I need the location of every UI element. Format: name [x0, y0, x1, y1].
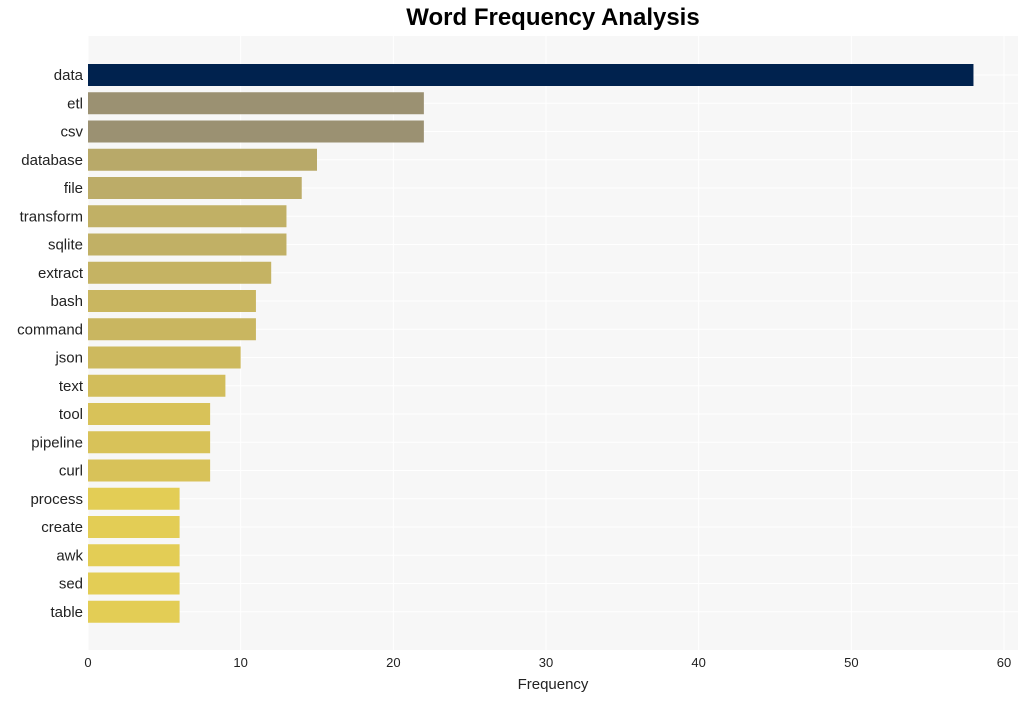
bar-create: [88, 516, 180, 538]
bar-awk: [88, 544, 180, 567]
bar-sqlite: [88, 233, 287, 256]
x-axis-label: Frequency: [518, 676, 589, 693]
y-tick-label: json: [54, 350, 83, 367]
bar-pipeline: [88, 431, 211, 454]
bar-command: [88, 318, 256, 341]
bar-file: [88, 177, 302, 199]
x-tick-label: 50: [844, 655, 858, 670]
y-tick-label: awk: [56, 547, 83, 564]
bar-sed: [88, 572, 180, 595]
y-tick-label: transform: [20, 208, 83, 225]
bar-process: [88, 487, 180, 510]
x-tick-label: 10: [233, 655, 247, 670]
x-tick-label: 0: [84, 655, 91, 670]
y-tick-label: text: [59, 378, 84, 395]
y-tick-label: pipeline: [31, 434, 83, 451]
y-tick-label: extract: [38, 265, 84, 282]
bar-json: [88, 346, 241, 369]
bar-etl: [88, 92, 424, 115]
y-tick-label: sqlite: [48, 237, 83, 254]
y-tick-label: curl: [59, 463, 83, 480]
bar-text: [88, 374, 226, 397]
bar-csv: [88, 120, 424, 143]
y-tick-label: database: [21, 152, 83, 169]
y-tick-label: process: [30, 491, 83, 508]
y-tick-label: csv: [61, 124, 84, 141]
y-tick-label: table: [50, 604, 83, 621]
x-tick-label: 60: [997, 655, 1011, 670]
bar-chart: data etl csv database file transform sqlite ext…: [17, 36, 1018, 693]
bar-tool: [88, 403, 211, 425]
bar-extract: [88, 261, 272, 284]
bar-transform: [88, 205, 287, 228]
bar-bash: [88, 290, 256, 312]
y-tick-label: data: [54, 67, 84, 84]
y-tick-label: sed: [59, 576, 83, 593]
bar-data: [88, 64, 974, 86]
y-tick-label: file: [64, 180, 83, 197]
x-tick-label: 40: [691, 655, 705, 670]
y-tick-label: command: [17, 321, 83, 338]
y-tick-label: bash: [50, 293, 83, 310]
y-tick-label: etl: [67, 95, 83, 112]
bar-database: [88, 148, 317, 171]
bar-table: [88, 600, 180, 623]
y-tick-label: tool: [59, 406, 83, 423]
y-tick-label: create: [41, 519, 83, 536]
bar-curl: [88, 459, 211, 482]
x-tick-label: 30: [539, 655, 553, 670]
x-tick-label: 20: [386, 655, 400, 670]
